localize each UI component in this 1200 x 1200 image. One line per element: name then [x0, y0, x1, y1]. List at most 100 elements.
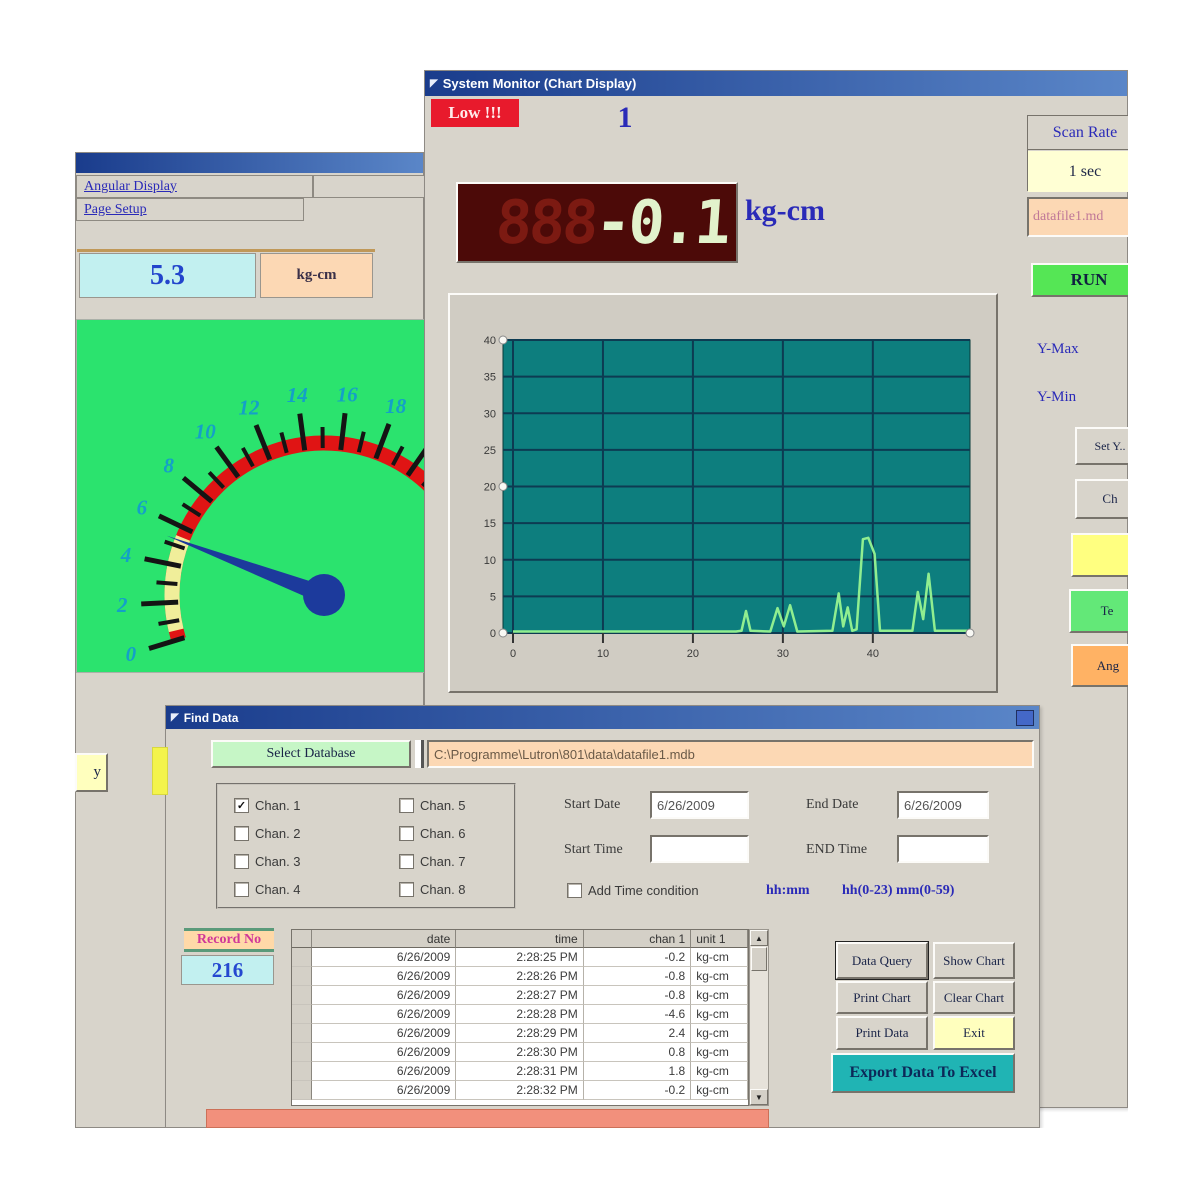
table-row[interactable]: 6/26/20092:28:25 PM-0.2kg-cm — [292, 948, 748, 967]
print-data-button[interactable]: Print Data — [836, 1016, 928, 1050]
table-cell: kg-cm — [691, 1024, 748, 1043]
set-y-button[interactable]: Set Y.. — [1075, 427, 1128, 465]
channel-select-group: ✓Chan. 1Chan. 2Chan. 3Chan. 4 Chan. 5 Chan… — [216, 783, 516, 909]
find-data-titlebar[interactable]: ◤ Find Data — [166, 706, 1039, 729]
app-icon: ◤ — [171, 713, 179, 723]
angular-window-titlebar[interactable] — [76, 153, 423, 173]
table-cell: kg-cm — [691, 986, 748, 1005]
channel-checkbox-2[interactable]: Chan. 2 — [234, 819, 399, 847]
checkbox-box — [567, 883, 582, 898]
system-monitor-titlebar[interactable]: ◤ System Monitor (Chart Display) — [425, 71, 1127, 96]
row-selector — [292, 1081, 312, 1100]
channel-checkbox-1[interactable]: ✓Chan. 1 — [234, 791, 399, 819]
y-max-label: Y-Max — [1037, 341, 1079, 358]
scan-rate-value[interactable]: 1 sec — [1028, 151, 1128, 192]
svg-text:10: 10 — [484, 555, 496, 567]
data-query-button[interactable]: Data Query — [836, 942, 928, 979]
status-bar — [206, 1109, 769, 1128]
table-cell: 2:28:25 PM — [456, 948, 583, 967]
yellow-indicator-strip — [152, 747, 168, 795]
column-header: unit 1 — [691, 930, 748, 948]
run-button[interactable]: RUN — [1031, 263, 1128, 297]
scroll-up-arrow[interactable]: ▲ — [750, 930, 768, 946]
scroll-down-arrow[interactable]: ▼ — [750, 1089, 768, 1105]
start-date-label: Start Date — [564, 797, 620, 813]
y-min-label: Y-Min — [1037, 389, 1076, 406]
gauge-unit-readout: kg-cm — [260, 253, 373, 298]
table-cell: 6/26/2009 — [312, 948, 456, 967]
checkbox-box: ✓ — [234, 798, 249, 813]
records-table[interactable]: datetimechan 1unit 16/26/20092:28:25 PM-… — [291, 929, 749, 1106]
checkbox-box — [399, 798, 414, 813]
show-chart-button[interactable]: Show Chart — [933, 942, 1015, 979]
time-range-hint: hh(0-23) mm(0-59) — [842, 883, 954, 899]
svg-text:20: 20 — [484, 482, 496, 494]
table-cell: -0.2 — [584, 948, 692, 967]
table-cell: 6/26/2009 — [312, 1081, 456, 1100]
scrollbar-thumb[interactable] — [751, 947, 767, 971]
table-cell: 2.4 — [584, 1024, 692, 1043]
channel-checkbox-8[interactable]: Chan. 8 — [399, 875, 466, 903]
partial-background-button[interactable]: y — [75, 753, 108, 792]
row-selector — [292, 967, 312, 986]
svg-text:14: 14 — [287, 383, 308, 407]
svg-text:4: 4 — [120, 543, 132, 567]
table-cell: 2:28:26 PM — [456, 967, 583, 986]
database-path-field[interactable]: C:\Programme\Lutron\801\data\datafile1.m… — [427, 740, 1034, 768]
print-chart-button[interactable]: Print Chart — [836, 981, 928, 1014]
titlebar-button[interactable] — [1016, 710, 1034, 726]
table-scrollbar[interactable]: ▲ ▼ — [749, 929, 769, 1106]
exit-button[interactable]: Exit — [933, 1016, 1015, 1050]
channel-checkbox-4[interactable]: Chan. 4 — [234, 875, 399, 903]
channel-checkbox-3[interactable]: Chan. 3 — [234, 847, 399, 875]
table-cell: 2:28:32 PM — [456, 1081, 583, 1100]
svg-text:5: 5 — [490, 591, 496, 603]
select-database-button[interactable]: Select Database — [211, 740, 411, 768]
table-row[interactable]: 6/26/20092:28:26 PM-0.8kg-cm — [292, 967, 748, 986]
menu-item-angular-display[interactable]: Angular Display — [76, 175, 313, 198]
channel-label: Chan. 5 — [420, 798, 466, 813]
row-selector — [292, 1043, 312, 1062]
table-row[interactable]: 6/26/20092:28:30 PM0.8kg-cm — [292, 1043, 748, 1062]
table-row[interactable]: 6/26/20092:28:29 PM2.4kg-cm — [292, 1024, 748, 1043]
table-row[interactable]: 6/26/20092:28:28 PM-4.6kg-cm — [292, 1005, 748, 1024]
table-row[interactable]: 6/26/20092:28:27 PM-0.8kg-cm — [292, 986, 748, 1005]
end-time-field[interactable] — [897, 835, 989, 863]
yellow-side-button[interactable] — [1071, 533, 1128, 577]
clear-chart-button[interactable]: Clear Chart — [933, 981, 1015, 1014]
row-selector — [292, 1005, 312, 1024]
table-cell: 6/26/2009 — [312, 1043, 456, 1062]
channel-label: Chan. 6 — [420, 826, 466, 841]
scan-rate-label: Scan Rate — [1028, 116, 1128, 150]
end-date-field[interactable]: 6/26/2009 — [897, 791, 989, 819]
angular-side-button[interactable]: Ang — [1071, 644, 1128, 687]
channel-checkbox-6[interactable]: Chan. 6 — [399, 819, 466, 847]
channel-label: Chan. 8 — [420, 882, 466, 897]
time-format-hint: hh:mm — [766, 883, 810, 899]
end-time-label: END Time — [806, 842, 867, 858]
chart-side-button[interactable]: Ch — [1075, 479, 1128, 519]
channel-checkbox-5[interactable]: Chan. 5 — [399, 791, 466, 819]
channel-checkbox-7[interactable]: Chan. 7 — [399, 847, 466, 875]
strip-chart: 0510152025303540010203040 — [450, 295, 996, 691]
datafile-field[interactable]: datafile1.md — [1027, 197, 1128, 237]
export-excel-button[interactable]: Export Data To Excel — [831, 1053, 1015, 1093]
table-row[interactable]: 6/26/20092:28:31 PM1.8kg-cm — [292, 1062, 748, 1081]
table-row[interactable]: 6/26/20092:28:32 PM-0.2kg-cm — [292, 1081, 748, 1100]
checkbox-box — [399, 826, 414, 841]
text-side-button[interactable]: Te — [1069, 589, 1128, 633]
table-header-row: datetimechan 1unit 1 — [292, 930, 748, 948]
menu-item-page-setup[interactable]: Page Setup — [76, 198, 304, 221]
add-time-condition-checkbox[interactable]: Add Time condition — [567, 876, 699, 904]
row-selector — [292, 930, 312, 948]
checkbox-box — [234, 882, 249, 897]
table-cell: 6/26/2009 — [312, 986, 456, 1005]
table-cell: kg-cm — [691, 1005, 748, 1024]
svg-text:35: 35 — [484, 372, 496, 384]
channel-number-label: 1 — [603, 101, 647, 135]
add-time-condition-label: Add Time condition — [588, 883, 699, 898]
start-time-field[interactable] — [650, 835, 749, 863]
start-date-field[interactable]: 6/26/2009 — [650, 791, 749, 819]
desktop: Angular Display Page Setup 5.3 kg-cm 024… — [0, 0, 1128, 1128]
svg-text:15: 15 — [484, 518, 496, 530]
